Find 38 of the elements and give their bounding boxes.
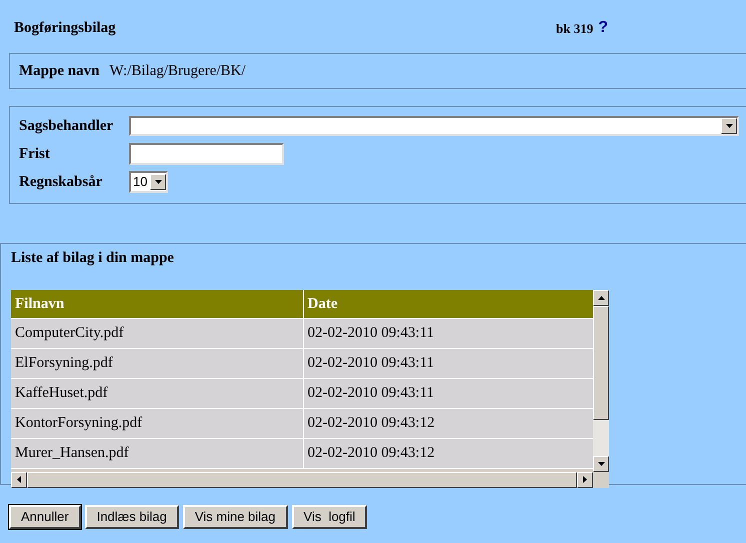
table-cell: ElForsyning.pdf	[11, 348, 303, 378]
horizontal-scrollbar[interactable]	[11, 472, 593, 488]
down-arrow-icon	[598, 462, 604, 466]
column-header: Date	[303, 290, 593, 318]
right-arrow-icon	[583, 476, 587, 483]
dropdown-button[interactable]	[150, 174, 166, 190]
select-field[interactable]: 10	[129, 171, 168, 193]
field-label: Frist	[19, 144, 51, 164]
action-button[interactable]: Annuller	[9, 505, 81, 529]
table-cell: 02-02-2010 09:43:12	[303, 408, 593, 438]
action-button[interactable]: Vis logfil	[292, 505, 368, 529]
left-arrow-icon	[17, 476, 21, 483]
select-field[interactable]	[129, 116, 739, 136]
vertical-scrollbar[interactable]	[593, 290, 609, 472]
table-cell: 02-02-2010 09:43:11	[303, 348, 593, 378]
help-link[interactable]: ?	[598, 16, 608, 40]
table-cell: KaffeHuset.pdf	[11, 378, 303, 408]
table-cell: KontorForsyning.pdf	[11, 408, 303, 438]
page-code: bk 319	[556, 20, 594, 38]
field-label: Sagsbehandler	[19, 116, 114, 136]
table-cell: 02-02-2010 09:43:11	[303, 318, 593, 348]
dropdown-button[interactable]	[721, 118, 737, 134]
table-cell: 02-02-2010 09:43:12	[303, 438, 593, 468]
caret-icon	[154, 180, 162, 184]
table-cell: 02-02-2010 09:43:11	[303, 378, 593, 408]
table-cell: ComputerCity.pdf	[11, 318, 303, 348]
action-button[interactable]: Vis mine bilag	[182, 505, 288, 529]
field-label: Regnskabsår	[19, 172, 104, 192]
table-cell: Murer_Hansen.pdf	[11, 438, 303, 468]
column-header: Filnavn	[11, 290, 303, 318]
action-button[interactable]: Indlæs bilag	[84, 505, 179, 529]
input-field[interactable]	[129, 143, 284, 165]
folder-label: Mappe navn	[19, 62, 100, 81]
page-title: Bogføringsbilag	[14, 18, 117, 38]
list-title: Liste af bilag i din mappe	[11, 249, 174, 268]
folder-path: W:/Bilag/Brugere/BK/	[109, 62, 246, 81]
caret-icon	[726, 124, 732, 128]
up-arrow-icon	[598, 296, 604, 300]
